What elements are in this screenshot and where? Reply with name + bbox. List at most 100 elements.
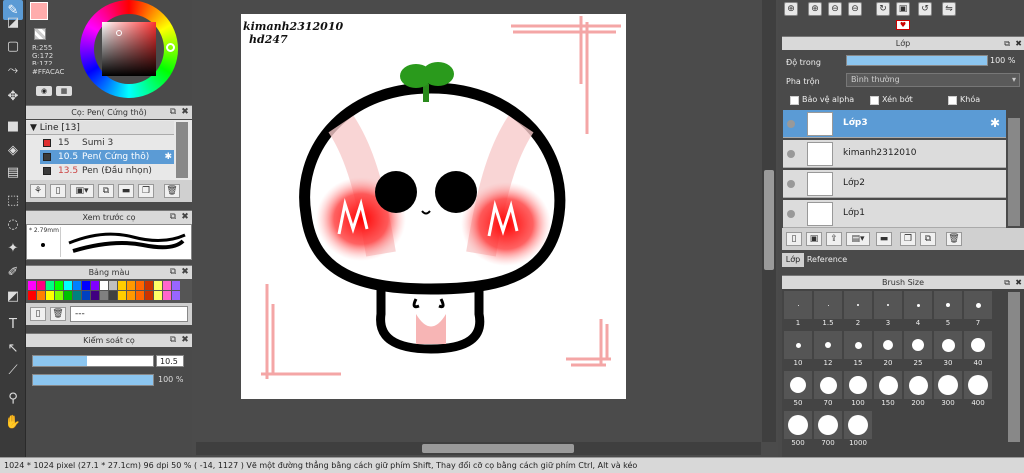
duplicate-layer-icon[interactable]: ❐ xyxy=(900,232,916,246)
maximize-icon[interactable]: ⧉ xyxy=(168,212,178,222)
brush-item[interactable]: 13.5 Pen (Đầu nhọn) xyxy=(40,164,174,178)
brush-size-cell[interactable] xyxy=(964,331,992,359)
brush-size-cell[interactable] xyxy=(874,291,902,319)
delete-layer-icon[interactable]: 🗑 xyxy=(946,232,962,246)
palette-swatch[interactable] xyxy=(154,291,162,300)
horizontal-scrollbar[interactable] xyxy=(196,442,761,455)
brush-item[interactable]: 15 Sumi 3 xyxy=(40,136,174,150)
gear-icon[interactable]: ✱ xyxy=(164,150,172,164)
new-folder-icon[interactable]: ▬ xyxy=(876,232,892,246)
brush-size-cell[interactable] xyxy=(844,371,872,399)
current-color-swatch[interactable] xyxy=(30,2,48,20)
new-layer-icon[interactable]: ▯ xyxy=(786,232,802,246)
brush-size-cell[interactable] xyxy=(784,411,812,439)
folder-icon[interactable]: ▬ xyxy=(118,184,134,198)
collapse-icon[interactable]: ▼ xyxy=(30,123,37,133)
eraser-tool-icon[interactable]: ◪ xyxy=(3,12,23,32)
maximize-icon[interactable]: ⧉ xyxy=(1004,276,1010,289)
copy-brush-icon[interactable]: ⧉ xyxy=(98,184,114,198)
palette-swatch[interactable] xyxy=(100,291,108,300)
flip-icon[interactable]: ⇋ xyxy=(942,2,956,16)
palette-swatch[interactable] xyxy=(82,291,90,300)
palette-swatch[interactable] xyxy=(154,281,162,290)
layer-row[interactable]: Lớp3 ✱ xyxy=(783,110,1006,138)
layer-opacity-slider[interactable] xyxy=(846,55,988,66)
palette-swatch[interactable] xyxy=(46,281,54,290)
palette-swatch[interactable] xyxy=(73,291,81,300)
delete-brush-icon[interactable]: 🗑 xyxy=(164,184,180,198)
brush-size-cell[interactable] xyxy=(904,371,932,399)
palette-swatch[interactable] xyxy=(55,281,63,290)
brush-size-cell[interactable] xyxy=(784,291,812,319)
merge-layer-icon[interactable]: ⧉ xyxy=(920,232,936,246)
vertical-scrollbar[interactable] xyxy=(762,0,776,442)
palette-swatch[interactable] xyxy=(136,291,144,300)
brush-item[interactable]: 10.5 Pen( Cứng thô) ✱ xyxy=(40,150,174,164)
gradient-tool-icon[interactable]: ▤ xyxy=(3,162,23,182)
brush-size-cell[interactable] xyxy=(814,291,842,319)
maximize-icon[interactable]: ⧉ xyxy=(1004,37,1010,50)
close-icon[interactable]: ✖ xyxy=(1015,276,1022,289)
saturation-value-square[interactable] xyxy=(102,22,156,76)
brush-size-cell[interactable] xyxy=(784,331,812,359)
bucket-tool-icon[interactable]: ◈ xyxy=(3,140,23,160)
tab-reference[interactable]: Reference xyxy=(804,253,850,267)
protect-alpha-checkbox[interactable] xyxy=(790,96,799,105)
palette-swatch[interactable] xyxy=(28,291,36,300)
palette-swatch[interactable] xyxy=(118,291,126,300)
import-layer-icon[interactable]: ⇪ xyxy=(826,232,842,246)
operation-tool-icon[interactable]: ↖ xyxy=(3,338,23,358)
hue-handle[interactable] xyxy=(166,43,175,52)
palette-swatch[interactable] xyxy=(127,291,135,300)
select-pen-icon[interactable]: ✐ xyxy=(3,262,23,282)
new-brush-icon[interactable]: ▯ xyxy=(50,184,66,198)
hand-tool-icon[interactable]: ✋ xyxy=(3,412,23,432)
brush-size-cell[interactable] xyxy=(784,371,812,399)
palette-swatch[interactable] xyxy=(82,281,90,290)
palette-swatch[interactable] xyxy=(37,281,45,290)
palette-swatch[interactable] xyxy=(64,281,72,290)
zoom-out-icon[interactable]: ⊖ xyxy=(828,2,842,16)
brush-size-cell[interactable] xyxy=(874,331,902,359)
layer-row[interactable]: Lớp1 xyxy=(783,200,1006,228)
brush-menu-icon[interactable]: ▣▾ xyxy=(70,184,94,198)
brush-size-cell[interactable] xyxy=(844,331,872,359)
palette-swatch[interactable] xyxy=(172,281,180,290)
brush-size-scrollbar[interactable] xyxy=(1008,292,1020,442)
brush-size-cell[interactable] xyxy=(904,331,932,359)
brush-list-scrollbar[interactable] xyxy=(176,122,188,178)
layer-row[interactable]: kimanh2312010 xyxy=(783,140,1006,168)
palette-swatch[interactable] xyxy=(136,281,144,290)
brush-size-cell[interactable] xyxy=(814,331,842,359)
divide-tool-icon[interactable]: ⟋ xyxy=(3,360,23,380)
lock-checkbox[interactable] xyxy=(948,96,957,105)
visibility-eye-icon[interactable] xyxy=(787,210,795,218)
close-icon[interactable]: ✖ xyxy=(180,335,190,345)
brush-size-cell[interactable] xyxy=(964,291,992,319)
navigator-zoom-icon[interactable]: ⊕ xyxy=(784,2,798,16)
palette-swatch[interactable] xyxy=(109,291,117,300)
brush-size-cell[interactable] xyxy=(874,371,902,399)
move-tool-icon[interactable]: ✥ xyxy=(3,86,23,106)
layer-list-scrollbar[interactable] xyxy=(1008,118,1020,226)
opacity-slider[interactable] xyxy=(32,374,154,386)
duplicate-icon[interactable]: ❐ xyxy=(138,184,154,198)
layer-menu-icon[interactable]: ▤▾ xyxy=(846,232,870,246)
brush-size-cell[interactable] xyxy=(844,291,872,319)
palette-swatch[interactable] xyxy=(91,281,99,290)
brush-size-cell[interactable] xyxy=(814,411,842,439)
drawing-canvas[interactable]: kimanh2312010 hd247 xyxy=(241,14,626,399)
color-picker-handle[interactable] xyxy=(116,30,122,36)
maximize-icon[interactable]: ⧉ xyxy=(168,335,178,345)
brush-size-cell[interactable] xyxy=(934,291,962,319)
vertical-scroll-thumb[interactable] xyxy=(764,170,774,270)
brush-group[interactable]: ▼ Line [13] xyxy=(26,121,174,135)
magic-wand-icon[interactable]: ✦ xyxy=(3,238,23,258)
new-palette-icon[interactable]: ▯ xyxy=(30,307,46,321)
zoom-reset-icon[interactable]: ⊖ xyxy=(848,2,862,16)
palette-swatch[interactable] xyxy=(73,281,81,290)
visibility-eye-icon[interactable] xyxy=(787,120,795,128)
brush-size-cell[interactable] xyxy=(904,291,932,319)
palette-swatch[interactable] xyxy=(163,281,171,290)
color-mode-button[interactable]: ▦ xyxy=(56,86,72,96)
